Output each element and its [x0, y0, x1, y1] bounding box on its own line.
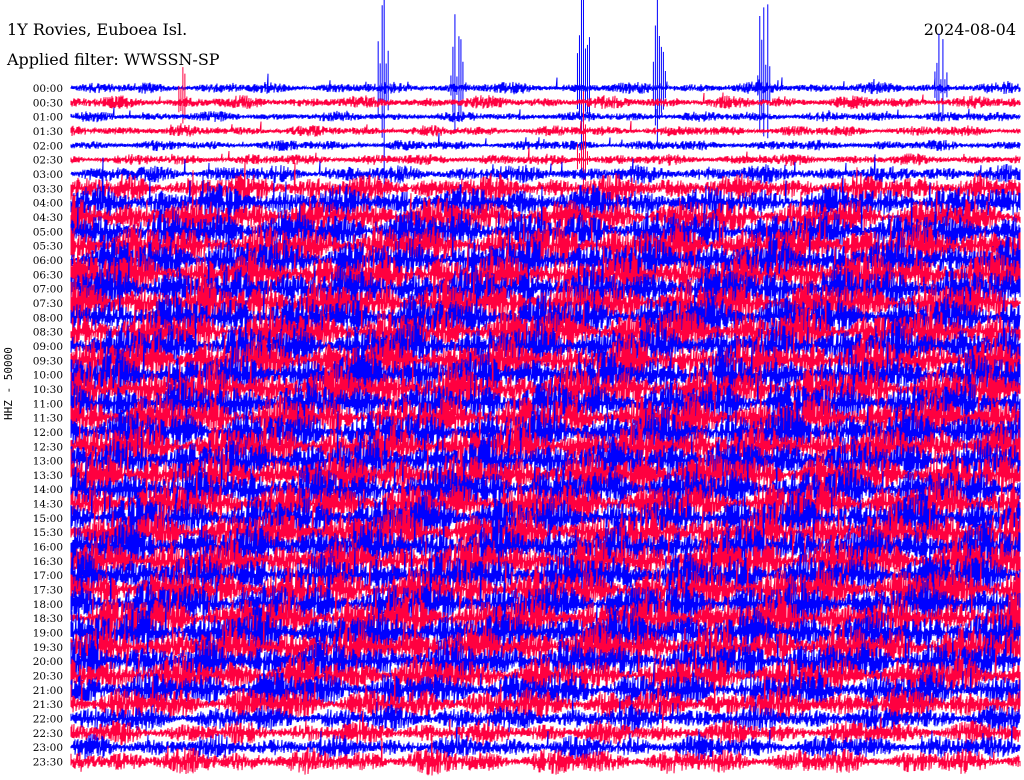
row-time-label: 17:00	[33, 570, 63, 582]
row-time-label: 13:00	[33, 456, 63, 468]
row-time-label: 11:00	[33, 398, 63, 410]
row-time-label: 16:30	[33, 556, 63, 568]
row-time-label: 20:00	[33, 656, 63, 668]
row-time-label: 03:00	[33, 169, 63, 181]
row-time-label: 10:00	[33, 370, 63, 382]
row-time-label: 19:00	[33, 628, 63, 640]
row-time-label: 14:00	[33, 484, 63, 496]
row-time-label: 15:00	[33, 513, 63, 525]
trace-line	[70, 107, 1021, 123]
row-time-label: 22:00	[33, 714, 63, 726]
row-time-label: 08:30	[33, 327, 63, 339]
row-time-label: 03:30	[33, 183, 63, 195]
row-time-label: 20:30	[33, 671, 63, 683]
row-time-label: 07:30	[33, 298, 63, 310]
row-time-label: 22:30	[33, 728, 63, 740]
row-time-label: 07:00	[33, 284, 63, 296]
row-time-label: 16:00	[33, 542, 63, 554]
row-time-label: 06:00	[33, 255, 63, 267]
row-time-label: 17:30	[33, 585, 63, 597]
row-time-label: 00:00	[33, 83, 63, 95]
row-time-label: 05:30	[33, 241, 63, 253]
row-time-label: 12:00	[33, 427, 63, 439]
row-time-label: 23:00	[33, 742, 63, 754]
row-time-label: 01:30	[33, 126, 63, 138]
row-time-label: 06:30	[33, 269, 63, 281]
row-time-label: 12:30	[33, 441, 63, 453]
row-time-label: 23:30	[33, 757, 63, 769]
row-time-label: 01:00	[33, 112, 63, 124]
trace-line	[70, 120, 1021, 137]
row-time-label: 08:00	[33, 312, 63, 324]
row-time-label: 04:30	[33, 212, 63, 224]
row-time-label: 02:00	[33, 140, 63, 152]
row-time-label: 10:30	[33, 384, 63, 396]
row-time-label: 15:30	[33, 527, 63, 539]
row-time-label: 14:30	[33, 499, 63, 511]
row-time-label: 05:00	[33, 226, 63, 238]
row-time-label: 18:00	[33, 599, 63, 611]
helicorder-plot: 00:00 00:30 01:00 01:30 02:00 02:30 03:00 03:30…	[33, 0, 1021, 776]
row-time-label: 11:30	[33, 413, 63, 425]
row-time-label: 04:00	[33, 198, 63, 210]
row-time-label: 19:30	[33, 642, 63, 654]
row-time-label: 09:30	[33, 355, 63, 367]
row-time-label: 13:30	[33, 470, 63, 482]
row-time-label: 02:30	[33, 155, 63, 167]
row-time-label: 21:30	[33, 699, 63, 711]
row-time-label: 09:00	[33, 341, 63, 353]
row-time-label: 21:00	[33, 685, 63, 697]
row-time-label: 18:30	[33, 613, 63, 625]
row-time-label: 00:30	[33, 97, 63, 109]
